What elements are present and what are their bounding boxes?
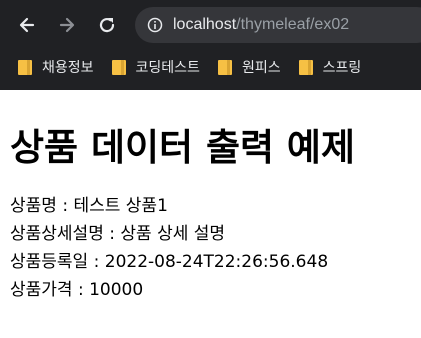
field-label: 상품상세설명 <box>10 224 104 244</box>
separator: : <box>88 252 105 272</box>
field-label: 상품등록일 <box>10 252 89 272</box>
url-host: localhost <box>173 16 237 33</box>
field-label: 상품명 <box>10 196 57 216</box>
bookmark-label: 채용정보 <box>42 60 94 76</box>
info-icon[interactable] <box>147 17 163 33</box>
folder-icon <box>217 59 232 75</box>
product-regdate-value: 2022-08-24T22:26:56.648 <box>104 252 329 272</box>
separator: : <box>56 196 74 216</box>
separator: : <box>103 224 121 244</box>
product-name-line: 상품명 : 테스트 상품1 <box>10 192 421 220</box>
bookmark-label: 원피스 <box>241 60 281 76</box>
page-title: 상품 데이터 출력 예제 <box>10 126 356 169</box>
url-text: localhost/thymeleaf/ex02 <box>173 16 349 34</box>
browser-toolbar: localhost/thymeleaf/ex02 <box>0 0 421 52</box>
product-regdate-line: 상품등록일 : 2022-08-24T22:26:56.648 <box>10 248 421 276</box>
reload-icon <box>99 17 115 33</box>
bookmark-folder-1[interactable]: 코딩테스트 <box>111 57 200 77</box>
product-price-value: 10000 <box>89 280 144 300</box>
bookmark-folder-0[interactable]: 채용정보 <box>18 57 94 77</box>
bookmarks-bar: 채용정보 코딩테스트 원피스 스프링 <box>0 52 421 82</box>
arrow-left-icon <box>19 17 35 33</box>
product-price-line: 상품가격 : 10000 <box>10 276 421 304</box>
url-path: /thymeleaf/ex02 <box>236 16 350 33</box>
page-content: 상품 데이터 출력 예제 상품명 : 테스트 상품1 상품상세설명 : 상품 상… <box>0 90 421 304</box>
field-label: 상품가격 <box>10 280 73 300</box>
product-detail-line: 상품상세설명 : 상품 상세 설명 <box>10 220 421 248</box>
browser-chrome: localhost/thymeleaf/ex02 채용정보 코딩테스트 원피스 … <box>0 0 421 90</box>
product-info: 상품명 : 테스트 상품1 상품상세설명 : 상품 상세 설명 상품등록일 : … <box>10 192 421 304</box>
bookmark-label: 코딩테스트 <box>135 60 200 76</box>
product-name-value: 테스트 상품1 <box>73 196 168 216</box>
product-detail-value: 상품 상세 설명 <box>120 224 226 244</box>
forward-button[interactable] <box>52 10 82 40</box>
address-bar[interactable]: localhost/thymeleaf/ex02 <box>135 7 421 43</box>
bookmark-folder-3[interactable]: 스프링 <box>298 57 362 77</box>
folder-icon <box>18 59 32 75</box>
bookmark-label: 스프링 <box>322 60 362 76</box>
arrow-right-icon <box>59 17 75 33</box>
folder-icon <box>298 59 313 75</box>
bookmark-folder-2[interactable]: 원피스 <box>217 57 281 77</box>
reload-button[interactable] <box>92 10 122 40</box>
separator: : <box>72 280 90 300</box>
back-button[interactable] <box>12 10 42 40</box>
folder-icon <box>111 59 126 75</box>
